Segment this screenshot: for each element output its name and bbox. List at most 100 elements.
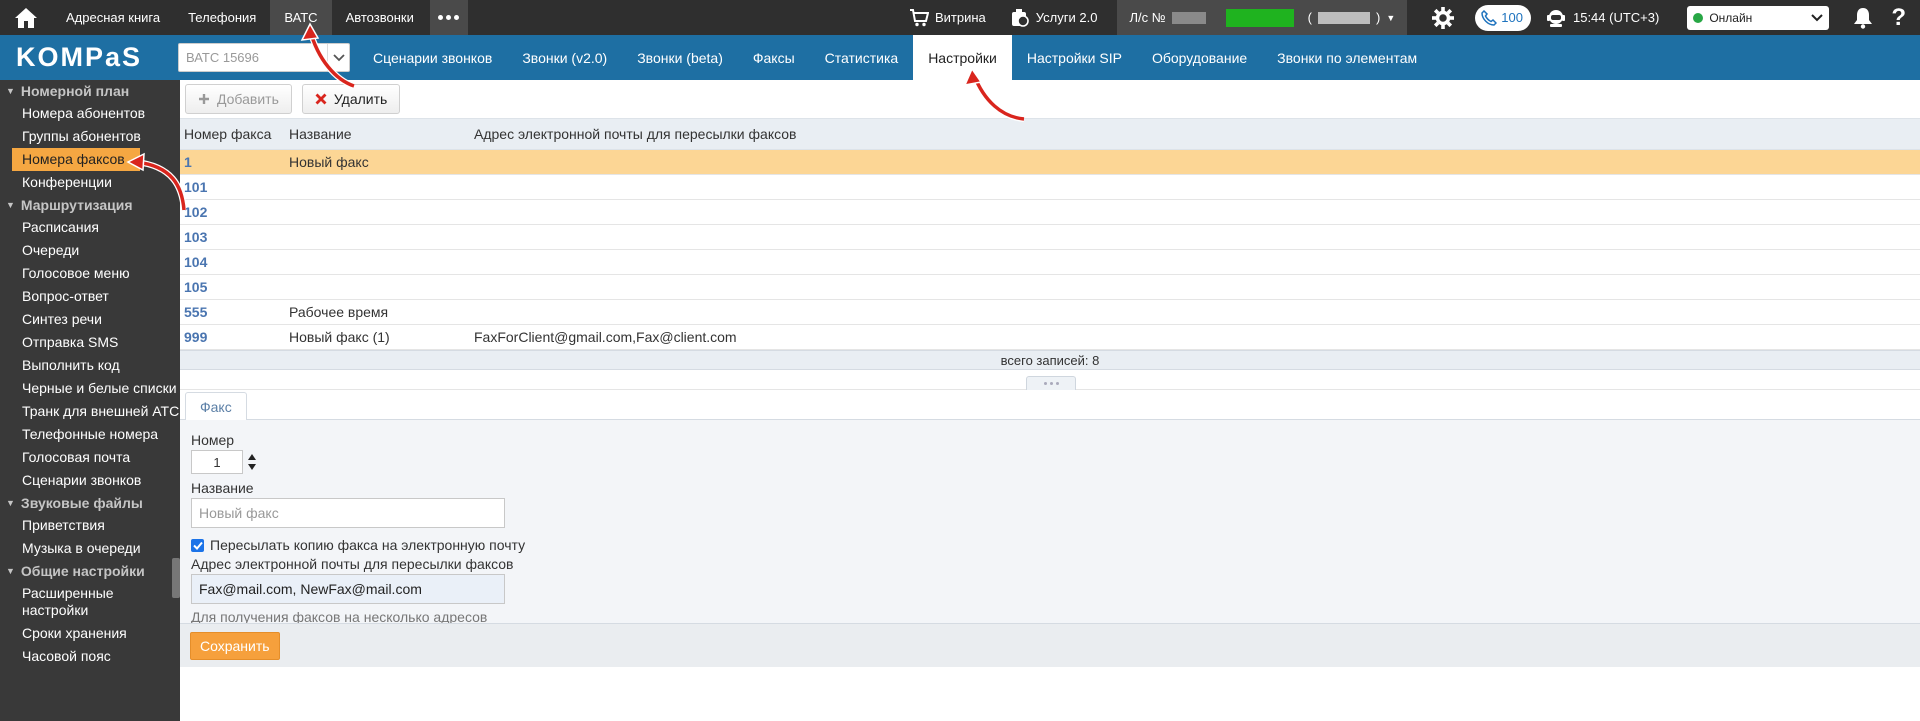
sidebar-group-sound-files[interactable]: ▼ Звуковые файлы (0, 492, 180, 514)
sidebar-group-numbering-plan[interactable]: ▼ Номерной план (0, 80, 180, 102)
sidebar-item-execute-code[interactable]: Выполнить код (0, 354, 180, 377)
sidebar-item-schedules[interactable]: Расписания (0, 216, 180, 239)
balance-redacted (1225, 8, 1294, 27)
calls-count: 100 (1501, 10, 1523, 25)
pbx-select[interactable]: ВАТС 15696 (178, 43, 350, 72)
sidebar-item-fax-numbers[interactable]: Номера факсов (12, 148, 140, 171)
forward-email-checkbox-label[interactable]: Пересылать копию факса на электронную по… (210, 537, 525, 553)
sidebar-item-retention-periods[interactable]: Сроки хранения (0, 622, 180, 645)
sidebar-group-general-settings[interactable]: ▼ Общие настройки (0, 560, 180, 582)
table-row[interactable]: 999 Новый факс (1) FaxForClient@gmail.com,… (180, 325, 1920, 350)
grid-header: Номер факса Название Адрес электронной п… (180, 118, 1920, 150)
checkmark-icon (192, 541, 203, 550)
plus-icon (199, 94, 209, 104)
name-input[interactable]: Новый факс (191, 498, 505, 528)
spinner-arrows-icon[interactable] (247, 453, 257, 471)
column-header-email[interactable]: Адрес электронной почты для пересылки фа… (470, 126, 1920, 142)
number-input[interactable]: 1 (191, 450, 243, 474)
sidebar-item-greetings[interactable]: Приветствия (0, 514, 180, 537)
email-label: Адрес электронной почты для пересылки фа… (191, 556, 514, 572)
phone-icon (1481, 9, 1498, 26)
save-button[interactable]: Сохранить (190, 631, 280, 660)
cart-icon (910, 8, 929, 26)
sidebar-item-conferences[interactable]: Конференции (0, 171, 180, 194)
column-header-fax-number[interactable]: Номер факса (180, 126, 285, 142)
gear-icon (1432, 6, 1455, 29)
topnav-telephony[interactable]: Телефония (174, 0, 270, 35)
account-dropdown[interactable]: Л/с № () ▼ (1117, 0, 1408, 35)
topnav-autocalls[interactable]: Автозвонки (332, 0, 428, 35)
sidebar-resize-handle[interactable] (172, 558, 180, 598)
table-row[interactable]: 102 (180, 200, 1920, 225)
forward-email-checkbox[interactable] (191, 538, 204, 552)
table-row[interactable]: 1 Новый факс (180, 150, 1920, 175)
sidebar-item-timezone[interactable]: Часовой пояс (0, 645, 180, 668)
grid-record-count: всего записей: 8 (180, 350, 1920, 370)
sidebar-item-voice-menu[interactable]: Голосовое меню (0, 262, 180, 285)
top-bar: Адресная книга Телефония ВАТС Автозвонки… (0, 0, 1920, 35)
column-header-name[interactable]: Название (285, 126, 470, 142)
collapse-triangle-icon: ▼ (6, 498, 15, 508)
tab-fax[interactable]: Факс (185, 392, 247, 420)
fax-edit-form: Номер 1 Название Новый факс Пересылать к… (180, 420, 1920, 667)
topnav-vats[interactable]: ВАТС (270, 0, 332, 35)
tab-equipment[interactable]: Оборудование (1137, 35, 1262, 80)
delete-button[interactable]: Удалить (301, 84, 401, 114)
showcase-link[interactable]: Витрина (897, 0, 998, 35)
sidebar-item-queue-music[interactable]: Музыка в очереди (0, 537, 180, 560)
status-select[interactable]: Онлайн (1687, 5, 1830, 30)
sidebar-item-subscriber-groups[interactable]: Группы абонентов (0, 125, 180, 148)
sidebar-item-subscriber-numbers[interactable]: Номера абонентов (0, 102, 180, 125)
help-button[interactable]: ? (1887, 0, 1920, 35)
clock: 15:44 (UTC+3) (1539, 0, 1671, 35)
notifications-button[interactable] (1839, 0, 1887, 35)
grid-toolbar: Добавить Удалить (180, 80, 1920, 118)
sidebar-group-routing[interactable]: ▼ Маршрутизация (0, 194, 180, 216)
email-input[interactable]: Fax@mail.com, NewFax@mail.com (191, 574, 505, 604)
table-row[interactable]: 104 (180, 250, 1920, 275)
sidebar-item-speech-synthesis[interactable]: Синтез речи (0, 308, 180, 331)
add-button[interactable]: Добавить (185, 84, 292, 114)
collapse-triangle-icon: ▼ (6, 200, 15, 210)
chevron-down-icon: ▼ (1386, 12, 1396, 23)
tab-calls-beta[interactable]: Звонки (beta) (622, 35, 738, 80)
sidebar-item-question-answer[interactable]: Вопрос-ответ (0, 285, 180, 308)
sidebar-item-phone-numbers[interactable]: Телефонные номера (0, 423, 180, 446)
services-icon (1011, 8, 1029, 27)
tab-faxes[interactable]: Факсы (738, 35, 810, 80)
save-bar: Сохранить (180, 623, 1920, 667)
delete-button-label: Удалить (333, 91, 388, 107)
settings-gear[interactable] (1419, 0, 1467, 35)
home-icon[interactable] (0, 0, 52, 35)
panel-splitter[interactable] (180, 370, 1920, 390)
table-row[interactable]: 105 (180, 275, 1920, 300)
tab-calls-v2[interactable]: Звонки (v2.0) (507, 35, 622, 80)
topnav-address-book[interactable]: Адресная книга (52, 0, 174, 35)
splitter-grip-icon[interactable] (1026, 376, 1076, 390)
online-status-dot (1693, 12, 1704, 23)
table-row[interactable]: 101 (180, 175, 1920, 200)
sidebar-item-black-white-lists[interactable]: Черные и белые списки (0, 377, 180, 400)
calls-counter[interactable]: 100 (1475, 4, 1531, 31)
status-value: Онлайн (1709, 10, 1753, 25)
bell-icon (1854, 7, 1873, 29)
sidebar-item-advanced-settings[interactable]: Расширенные настройки (0, 582, 180, 622)
operator-icon (1546, 9, 1565, 27)
table-row[interactable]: 555 Рабочее время (180, 300, 1920, 325)
collapse-triangle-icon: ▼ (6, 86, 15, 96)
detail-tabs: Факс (180, 390, 1920, 420)
sidebar-item-send-sms[interactable]: Отправка SMS (0, 331, 180, 354)
table-row[interactable]: 103 (180, 225, 1920, 250)
tab-call-scenarios[interactable]: Сценарии звонков (358, 35, 507, 80)
sidebar-item-external-trunk[interactable]: Транк для внешней АТС (0, 400, 180, 423)
more-menu-icon[interactable] (429, 0, 468, 35)
tab-settings[interactable]: Настройки (913, 35, 1012, 80)
tab-statistics[interactable]: Статистика (810, 35, 914, 80)
services-link[interactable]: Услуги 2.0 (998, 0, 1110, 35)
tab-sip-settings[interactable]: Настройки SIP (1012, 35, 1137, 80)
sidebar-item-call-scenarios[interactable]: Сценарии звонков (0, 469, 180, 492)
sidebar-item-queues[interactable]: Очереди (0, 239, 180, 262)
grid-body: 1 Новый факс 101 102 103 104 105 555 Рабоч… (180, 150, 1920, 350)
sidebar-item-voicemail[interactable]: Голосовая почта (0, 446, 180, 469)
tab-calls-by-elements[interactable]: Звонки по элементам (1262, 35, 1432, 80)
